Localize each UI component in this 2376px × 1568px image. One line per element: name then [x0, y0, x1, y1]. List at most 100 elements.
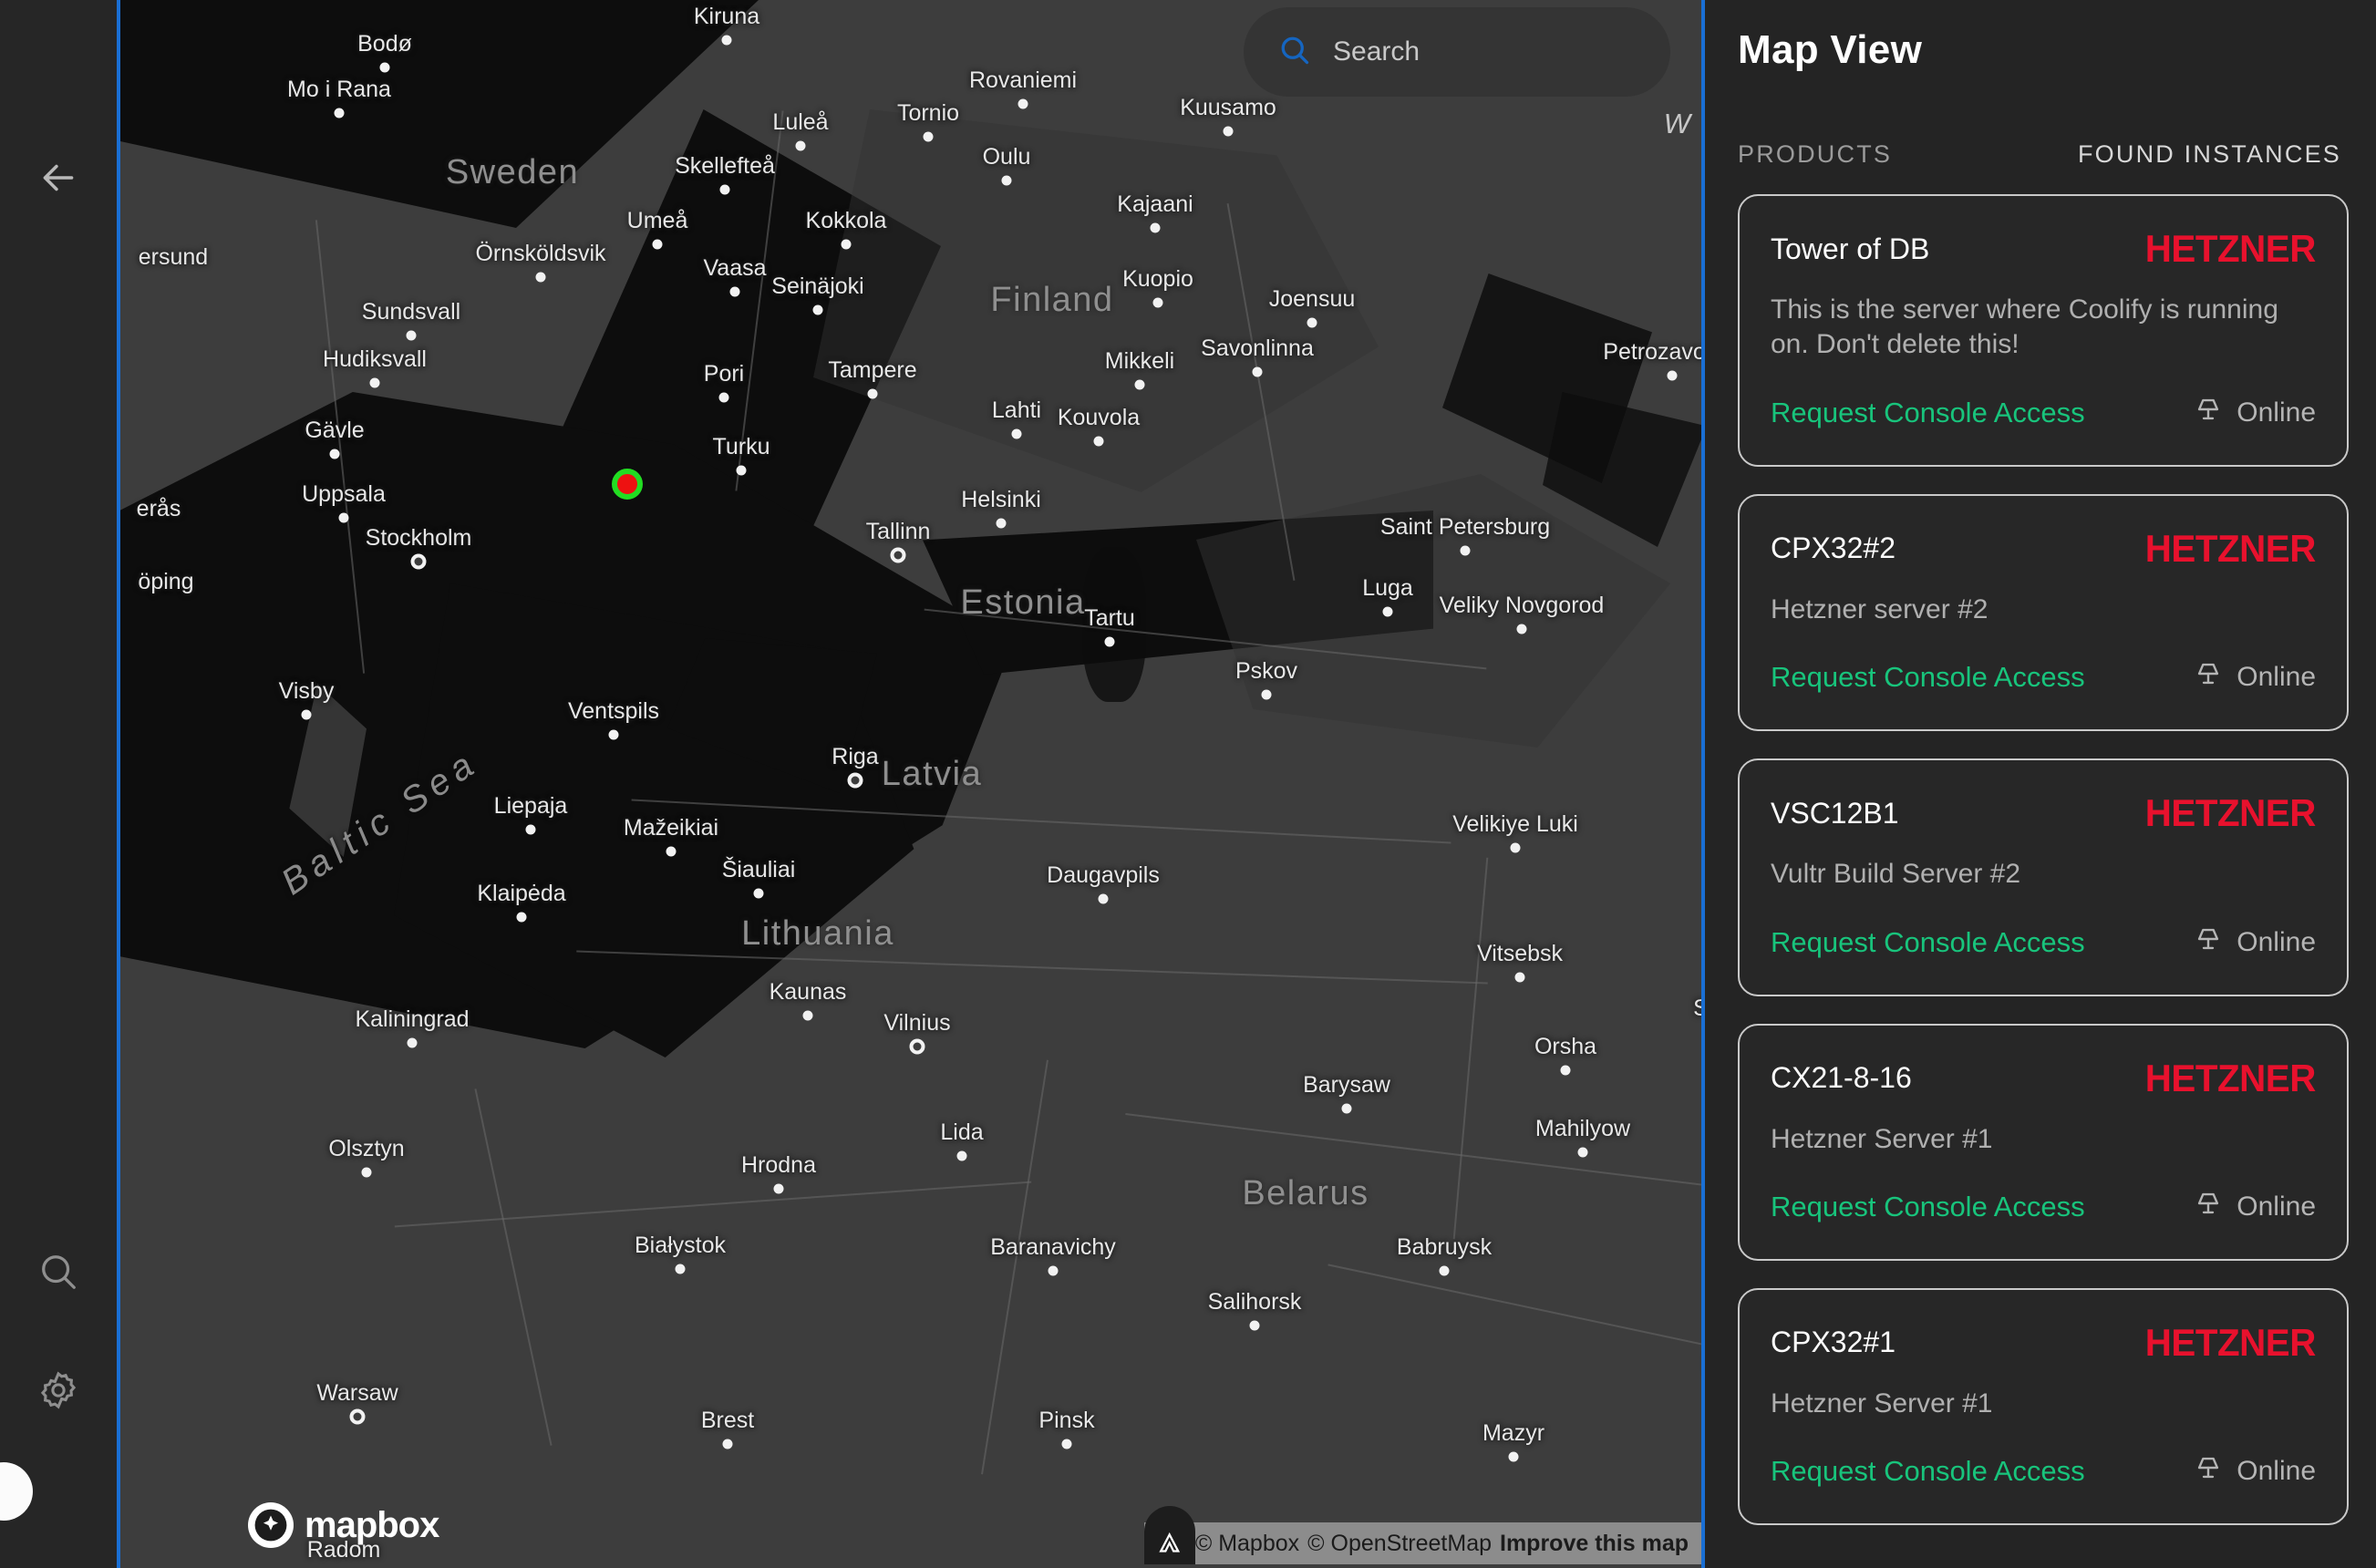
app-root: Baltic Sea ersund erås öping Sweden Finla…: [0, 0, 2376, 1568]
country-label: Sweden: [445, 153, 580, 191]
city-marker: [369, 377, 380, 388]
map-view[interactable]: Baltic Sea ersund erås öping Sweden Finla…: [117, 0, 1705, 1568]
card-header: CPX32#2 HETZNER: [1771, 527, 2316, 571]
instance-name: Tower of DB: [1771, 232, 1930, 265]
city-marker: [812, 304, 823, 315]
instance-card[interactable]: CX21-8-16 HETZNER Hetzner Server #1 Request…: [1738, 1023, 2349, 1261]
city-marker: [525, 824, 536, 835]
settings-button[interactable]: [0, 1349, 117, 1431]
status-badge: Online: [2193, 1452, 2316, 1491]
country-label: Belarus: [1242, 1174, 1369, 1212]
city-marker: [996, 518, 1007, 529]
city-marker: [753, 888, 764, 899]
search-input[interactable]: [1333, 36, 1636, 67]
city-marker: [1508, 1451, 1519, 1462]
city-marker: [719, 184, 730, 195]
lamp-icon: [2193, 394, 2224, 432]
mapbox-attribution-icon[interactable]: [1143, 1506, 1195, 1564]
user-avatar[interactable]: [0, 1462, 33, 1521]
provider-logo-hetzner: HETZNER: [2144, 526, 2317, 570]
lamp-icon: [2193, 1452, 2224, 1491]
lamp-icon: [2193, 923, 2224, 962]
status-badge: Online: [2193, 1188, 2316, 1226]
city-marker: [666, 846, 677, 857]
status-label: Online: [2237, 662, 2316, 693]
city-marker: [867, 388, 878, 399]
request-console-access-link[interactable]: Request Console Access: [1771, 397, 2085, 429]
country-label: Finland: [990, 281, 1114, 319]
city-marker: [334, 108, 345, 119]
request-console-access-link[interactable]: Request Console Access: [1771, 1455, 2085, 1488]
attribution-mapbox[interactable]: © Mapbox: [1195, 1531, 1299, 1557]
city-marker: [338, 512, 349, 523]
search-icon: [37, 1251, 79, 1293]
instance-name: CX21-8-16: [1771, 1061, 1912, 1095]
instance-card[interactable]: CPX32#1 HETZNER Hetzner Server #1 Request C…: [1738, 1287, 2349, 1526]
left-rail: [0, 0, 117, 1568]
city-marker: [329, 449, 340, 459]
country-label: Lithuania: [741, 914, 894, 953]
attribution-osm[interactable]: © OpenStreetMap: [1307, 1531, 1492, 1557]
city-marker: [923, 131, 934, 142]
back-button[interactable]: [0, 137, 117, 219]
city-marker: [406, 330, 417, 341]
side-panel: Map View PRODUCTS FOUND INSTANCES Tower …: [1705, 0, 2376, 1568]
instance-card[interactable]: VSC12B1 HETZNER Vultr Build Server #2 Reque…: [1738, 758, 2349, 996]
city-marker: [1577, 1147, 1588, 1158]
request-console-access-link[interactable]: Request Console Access: [1771, 926, 2085, 959]
status-badge: Online: [2193, 394, 2316, 432]
city-marker: [1252, 366, 1263, 377]
attribution-improve-link[interactable]: Improve this map: [1500, 1531, 1689, 1557]
selected-location-marker[interactable]: [612, 469, 643, 500]
city-marker: [1249, 1320, 1260, 1331]
card-actions: Request Console Access Online: [1771, 923, 2316, 962]
request-console-access-link[interactable]: Request Console Access: [1771, 661, 2085, 694]
city-marker: [407, 1037, 418, 1048]
city-marker: [379, 62, 390, 73]
provider-logo-hetzner: HETZNER: [2144, 791, 2317, 835]
city-marker: [802, 1010, 813, 1021]
map-canvas[interactable]: Baltic Sea ersund erås öping Sweden Finla…: [120, 0, 1701, 1568]
city-marker: [736, 465, 747, 476]
city-marker: [909, 1038, 925, 1055]
country-label: Latvia: [881, 755, 983, 793]
provider-logo-hetzner: HETZNER: [2144, 1056, 2317, 1099]
instance-description: Hetzner Server #1: [1771, 1123, 1993, 1154]
instance-name: CPX32#1: [1771, 1326, 1896, 1359]
map-attribution: © Mapbox © OpenStreetMap Improve this ma…: [1143, 1506, 1701, 1564]
mapbox-logo[interactable]: mapbox: [248, 1502, 439, 1548]
city-marker: [1048, 1265, 1059, 1276]
city-marker: [1516, 624, 1527, 634]
instance-description: Hetzner Server #1: [1771, 1387, 1993, 1418]
lamp-icon: [2193, 658, 2224, 696]
city-marker: [1104, 636, 1115, 647]
city-marker: [1667, 370, 1678, 381]
city-marker: [1460, 545, 1471, 556]
city-marker: [890, 547, 906, 563]
card-header: Tower of DB HETZNER: [1771, 227, 2316, 271]
instance-card[interactable]: Tower of DB HETZNER This is the server whe…: [1738, 194, 2349, 467]
city-marker: [1134, 379, 1145, 390]
city-marker: [721, 35, 732, 46]
instance-name: CPX32#2: [1771, 531, 1896, 565]
provider-logo-hetzner: HETZNER: [2144, 227, 2317, 270]
city-marker: [1307, 317, 1317, 328]
instance-description: Vultr Build Server #2: [1771, 859, 2021, 890]
rail-search-button[interactable]: [0, 1231, 117, 1313]
request-console-access-link[interactable]: Request Console Access: [1771, 1191, 2085, 1223]
card-actions: Request Console Access Online: [1771, 1188, 2316, 1226]
city-marker: [1560, 1065, 1571, 1076]
map-search-bar[interactable]: [1244, 7, 1670, 97]
city-marker: [1514, 972, 1525, 983]
city-marker: [718, 392, 729, 403]
instance-card[interactable]: CPX32#2 HETZNER Hetzner server #2 Request C…: [1738, 493, 2349, 732]
city-marker: [1011, 428, 1022, 439]
status-badge: Online: [2193, 923, 2316, 962]
status-badge: Online: [2193, 658, 2316, 696]
city-marker: [535, 272, 546, 283]
city-marker: [1510, 842, 1521, 853]
city-marker: [301, 709, 312, 720]
city-marker: [410, 553, 427, 570]
city-marker: [1093, 436, 1104, 447]
city-marker: [1098, 893, 1109, 904]
